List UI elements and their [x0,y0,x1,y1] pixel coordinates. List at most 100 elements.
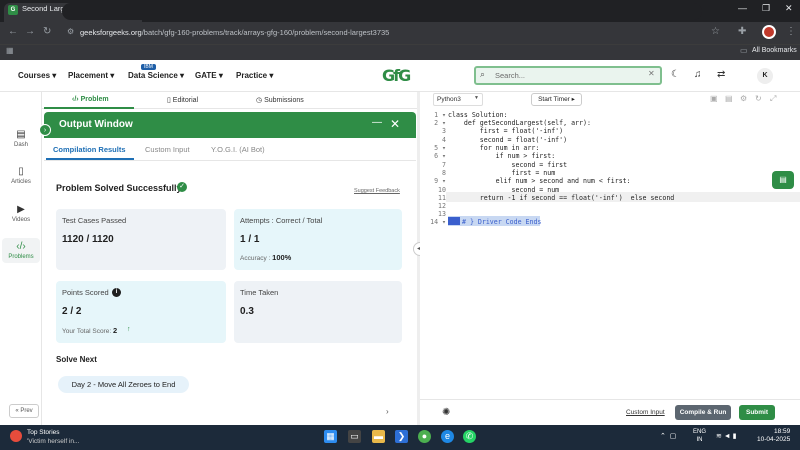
line-number: 5 ▾ [434,144,446,152]
code-line[interactable]: # } Driver Code Ends [462,218,541,226]
user-avatar[interactable]: K [757,68,773,84]
submit-button[interactable]: Submit [739,405,775,420]
whatsapp-icon[interactable]: ✆ [463,430,476,443]
code-line[interactable]: second = first [448,161,568,169]
hint-bulb-icon[interactable]: ✺ [442,407,450,418]
save-icon[interactable]: ▤ [725,94,733,103]
ibm-badge: IBM [141,64,156,70]
site-info-icon[interactable]: ⚙ [67,27,74,36]
chevron-down-icon: ▼ [474,95,479,101]
news-subtitle[interactable]: 'Victim herself in... [27,438,79,445]
nav-courses[interactable]: Courses ▾ [18,71,56,80]
fullscreen-icon[interactable]: ⤢ [770,94,776,104]
prev-button[interactable]: « Prev [9,404,39,418]
code-line[interactable]: second = num [448,186,560,194]
apps-grid-icon[interactable]: ▦ [6,46,14,55]
play-icon: ▸ [571,96,575,103]
line-number: 1 ▾ [434,111,446,119]
chevron-right-icon[interactable]: › [386,407,389,416]
translate-icon[interactable]: ⇄ [717,69,725,80]
tab-submissions[interactable]: ◷ Submissions [256,96,304,104]
tab-problem[interactable]: ‹/› Problem [72,96,109,103]
url-domain: geeksforgeeks.org [80,28,142,37]
minimize-icon[interactable]: — [372,117,382,128]
next-problem-button[interactable]: Day 2 - Move All Zeroes to End [58,376,189,393]
nav-placement-label: Placement [68,71,109,80]
maximize-window-icon[interactable]: ❐ [762,3,770,14]
rail-item-videos[interactable]: ▶ Videos [2,204,40,223]
bookmarks-folder-icon: ▭ [740,46,748,55]
nav-practice[interactable]: Practice ▾ [236,71,273,80]
news-title[interactable]: Top Stories [27,429,60,436]
suggest-feedback-link[interactable]: Suggest Feedback [354,188,400,194]
back-icon[interactable]: ← [8,26,18,37]
extensions-icon[interactable]: ✚ [738,26,746,37]
chrome-icon[interactable]: ● [418,430,431,443]
attempts-card: Attempts : Correct / Total 1 / 1 Accurac… [234,209,402,270]
gfg-logo[interactable]: GfG [382,66,411,85]
close-window-icon[interactable]: ✕ [785,3,793,14]
notification-bell-icon[interactable]: ♫ [694,69,702,80]
edge-icon[interactable]: e [441,430,454,443]
code-line[interactable]: class Solution: [448,111,508,119]
language-indicator[interactable]: ENG IN [693,428,706,444]
rail-item-dash[interactable]: ▤ Dash [2,129,40,148]
settings-icon[interactable]: ⚙ [740,94,747,103]
url-field[interactable] [62,3,702,20]
nav-data-science[interactable]: Data Science ▾ [128,71,184,80]
forward-icon[interactable]: → [25,26,35,37]
code-line[interactable]: first = num [448,169,556,177]
tab-editorial[interactable]: ▯ Editorial [167,96,198,104]
code-line[interactable]: def getSecondLargest(self, arr): [448,119,591,127]
dark-mode-icon[interactable]: ☾ [671,69,680,80]
line-number: 11 [438,194,446,202]
vscode-icon[interactable]: ❯ [395,430,408,443]
news-widget-icon[interactable] [10,430,22,442]
clock[interactable]: 18:59 10-04-2025 [757,428,790,444]
nav-placement[interactable]: Placement ▾ [68,71,114,80]
nav-gate[interactable]: GATE ▾ [195,71,223,80]
search-input[interactable]: Search... [495,71,525,80]
start-timer-label: Start Timer [538,96,570,103]
file-explorer-icon[interactable]: ▬ [372,430,385,443]
tab-custom-input[interactable]: Custom Input [145,145,190,154]
code-line[interactable]: if num > first: [448,152,556,160]
browser-profile-avatar[interactable] [762,25,776,39]
code-icon: ‹/› [72,96,81,103]
reset-icon[interactable]: ↻ [755,94,762,103]
folded-code-marker[interactable] [448,217,460,225]
task-view-icon[interactable]: ▭ [348,430,361,443]
url-text[interactable]: geeksforgeeks.org/batch/gfg-160-problems… [80,28,389,37]
chat-icon[interactable]: ▤ [772,171,794,189]
browser-menu-icon[interactable]: ⋮ [786,26,796,37]
custom-input-link[interactable]: Custom Input [626,409,665,416]
wifi-volume-battery-icon[interactable]: ≋ ◄ ▮ [716,432,737,440]
reload-icon[interactable]: ↻ [43,26,51,37]
line-number: 4 [442,136,446,144]
tab-compilation-results[interactable]: Compilation Results [53,145,126,154]
code-line[interactable]: for num in arr: [448,144,540,152]
info-icon[interactable]: i [112,288,121,297]
code-line[interactable]: elif num > second and num < first: [448,177,631,185]
copy-icon[interactable]: ▣ [710,94,718,103]
minimize-window-icon[interactable]: — [738,3,747,13]
windows-start-icon[interactable]: ▦ [324,430,337,443]
check-circle-icon: ✓ [177,182,187,192]
all-bookmarks-link[interactable]: All Bookmarks [752,47,797,54]
compile-run-button[interactable]: Compile & Run [675,405,731,420]
rail-label-videos: Videos [11,217,31,223]
code-line[interactable]: return -1 if second == float('-inf') els… [448,194,675,202]
tab-yogi-ai-bot[interactable]: Y.O.G.I. (AI Bot) [211,145,265,154]
rail-item-problems[interactable]: ‹/› Problems [2,238,40,263]
chevron-right-icon[interactable]: › [39,124,51,136]
code-line[interactable]: first = float('-inf') [448,127,563,135]
bookmark-star-icon[interactable]: ☆ [711,26,720,37]
rail-item-articles[interactable]: ▯ Articles [2,166,40,185]
start-timer-button[interactable]: Start Timer ▸ [531,93,582,106]
code-line[interactable]: second = float('-inf') [448,136,567,144]
clear-search-icon[interactable]: ✕ [648,69,655,78]
close-icon[interactable]: ✕ [390,117,400,131]
system-tray-icons[interactable]: ⌃ ▢ [660,432,676,440]
line-number: 13 [438,210,446,218]
accuracy-row: Accuracy : 100% [240,253,291,262]
